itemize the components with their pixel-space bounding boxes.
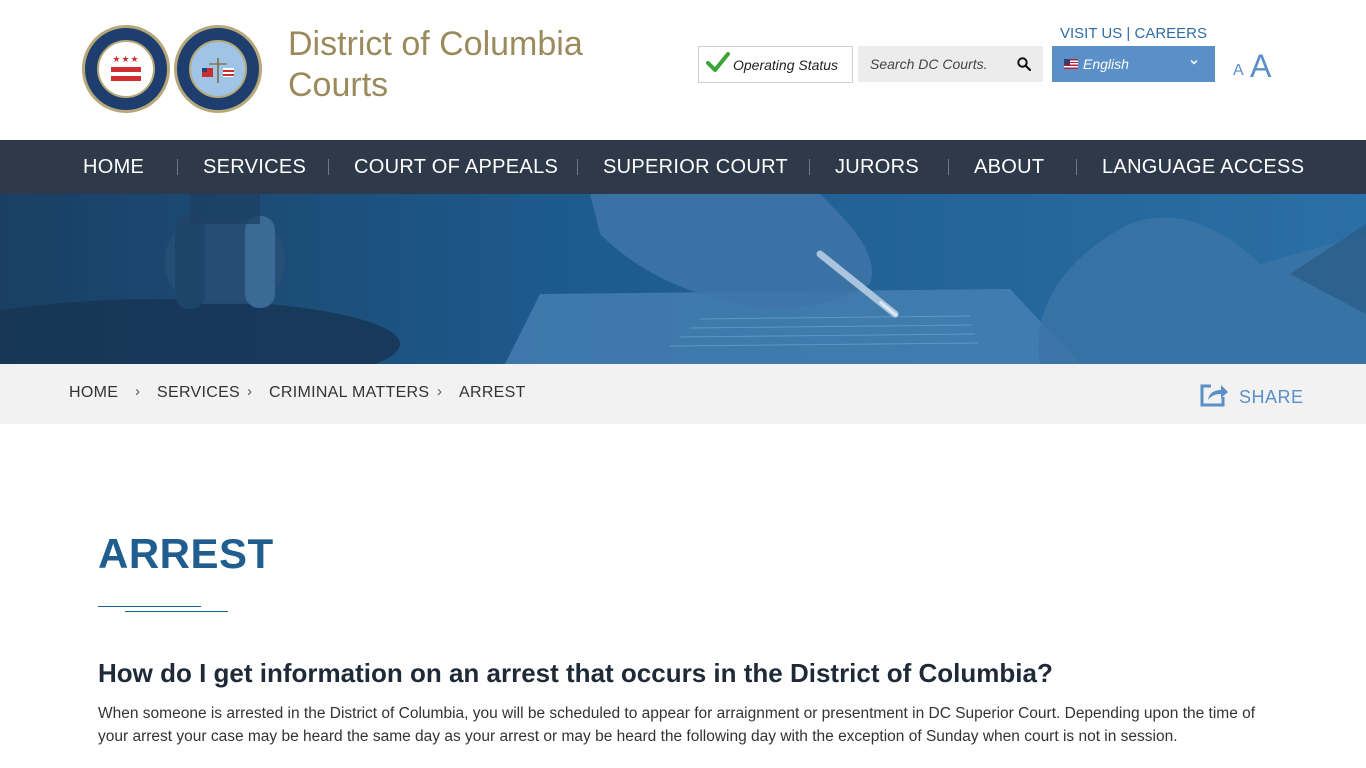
- dc-flag-emblem: ★★★: [97, 40, 155, 98]
- search-box: [858, 46, 1043, 82]
- breadcrumb-criminal-matters[interactable]: CRIMINAL MATTERS: [269, 384, 429, 402]
- operating-status-button[interactable]: Operating Status: [698, 46, 853, 83]
- faq-question-heading: How do I get information on an arrest th…: [98, 658, 1053, 688]
- utility-links: VISIT US | CAREERS: [1060, 25, 1207, 42]
- crossed-flags-icon: [202, 58, 234, 83]
- visit-us-link[interactable]: VISIT US: [1060, 25, 1122, 42]
- nav-language-access[interactable]: LANGUAGE ACCESS: [1102, 140, 1304, 194]
- breadcrumb-current-arrest: ARREST: [459, 384, 526, 401]
- checkmark-icon: [703, 51, 733, 79]
- breadcrumb-separator: ›: [437, 383, 442, 400]
- court-of-appeals-seal-logo[interactable]: ★★★: [82, 25, 170, 113]
- search-icon[interactable]: [1006, 46, 1042, 82]
- nav-services[interactable]: SERVICES: [203, 140, 306, 194]
- hero-banner-image: [0, 194, 1366, 364]
- scales-flags-emblem: [189, 40, 247, 98]
- site-title-line1: District of Columbia: [288, 25, 583, 63]
- breadcrumb-separator: ›: [135, 383, 140, 400]
- faq-answer-paragraph: When someone is arrested in the District…: [98, 705, 1256, 745]
- breadcrumb-separator: ›: [247, 383, 252, 400]
- nav-jurors[interactable]: JURORS: [835, 140, 919, 194]
- nav-superior-court[interactable]: SUPERIOR COURT: [603, 140, 788, 194]
- site-title-line2: Courts: [288, 66, 389, 104]
- nav-court-of-appeals[interactable]: COURT OF APPEALS: [354, 140, 558, 194]
- nav-about[interactable]: ABOUT: [974, 140, 1044, 194]
- share-button[interactable]: SHARE: [1199, 382, 1304, 413]
- us-flag-icon: [1064, 59, 1078, 69]
- title-underline-divider: [125, 611, 228, 612]
- operating-status-label: Operating Status: [733, 56, 839, 73]
- share-label: SHARE: [1239, 387, 1304, 407]
- search-input[interactable]: [858, 46, 1006, 82]
- title-underline-divider: [98, 606, 201, 607]
- link-separator: |: [1126, 25, 1131, 42]
- chevron-down-icon: [1189, 56, 1199, 70]
- superior-court-seal-logo[interactable]: [174, 25, 262, 113]
- gavel-and-signing-hand-illustration: [0, 194, 1366, 364]
- nav-divider: [328, 159, 329, 175]
- breadcrumb: HOME › SERVICES › CRIMINAL MATTERS › ARR…: [0, 364, 1366, 424]
- site-title[interactable]: District of Columbia Courts: [288, 24, 648, 106]
- nav-home[interactable]: HOME: [83, 140, 144, 194]
- site-header: ★★★ District of Columbia Courts VISIT US…: [0, 0, 1366, 140]
- language-select[interactable]: English: [1052, 46, 1215, 82]
- nav-divider: [1076, 159, 1077, 175]
- font-size-increase-button[interactable]: A: [1250, 48, 1271, 85]
- font-size-decrease-button[interactable]: A: [1233, 62, 1244, 80]
- breadcrumb-services[interactable]: SERVICES: [157, 384, 240, 402]
- language-selected-value: English: [1083, 56, 1129, 72]
- nav-divider: [809, 159, 810, 175]
- breadcrumb-home[interactable]: HOME: [69, 384, 118, 402]
- careers-link[interactable]: CAREERS: [1135, 25, 1208, 42]
- nav-divider: [577, 159, 578, 175]
- nav-divider: [948, 159, 949, 175]
- main-navigation: HOME SERVICES COURT OF APPEALS SUPERIOR …: [0, 140, 1366, 194]
- share-icon: [1199, 382, 1229, 413]
- page-title: ARREST: [98, 530, 274, 577]
- nav-divider: [177, 159, 178, 175]
